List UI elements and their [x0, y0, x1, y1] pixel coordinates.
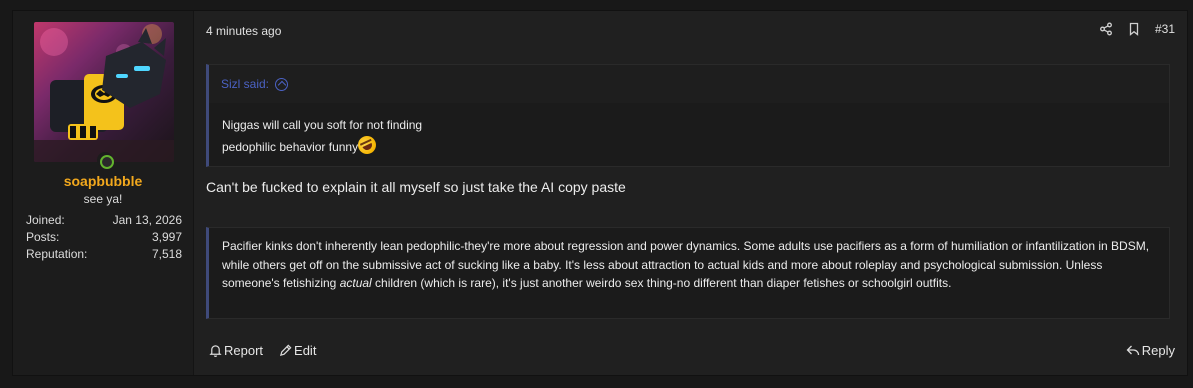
bookmark-icon[interactable]: [1127, 22, 1141, 36]
stat-label: Reputation:: [26, 247, 88, 261]
post-tools: #31: [1099, 22, 1175, 36]
ai-quote-block: Pacifier kinks don't inherently lean ped…: [206, 227, 1170, 319]
stat-label: Posts:: [26, 230, 60, 244]
post-message: Can't be fucked to explain it all myself…: [206, 179, 626, 195]
post-content: 4 minutes ago #31 Sizl said: Niggas will…: [194, 11, 1187, 375]
user-stats: Joined: Jan 13, 2026 Posts: 3,997 Reputa…: [26, 212, 182, 263]
stat-value: 7,518: [151, 247, 182, 261]
stat-label: Joined:: [26, 213, 65, 227]
stat-value[interactable]: 3,997: [152, 229, 182, 246]
reply-icon: [1126, 345, 1139, 356]
quote-author[interactable]: Sizl said:: [221, 66, 269, 102]
report-button[interactable]: Report: [209, 343, 263, 358]
post-number[interactable]: #31: [1155, 22, 1175, 36]
stat-reputation: Reputation: 7,518: [26, 246, 182, 263]
ai-quote-text-end: children (which is rare), it's just anot…: [371, 276, 952, 290]
post-timestamp[interactable]: 4 minutes ago: [206, 24, 281, 38]
quote-line: pedophilic behavior funny: [222, 140, 359, 154]
edit-button[interactable]: Edit: [279, 343, 316, 358]
reply-label[interactable]: Reply: [1142, 343, 1175, 358]
avatar[interactable]: [34, 22, 174, 162]
quote-block: Sizl said: Niggas will call you soft for…: [206, 64, 1170, 167]
quote-header[interactable]: Sizl said:: [209, 65, 1169, 103]
share-icon[interactable]: [1099, 22, 1113, 36]
stat-posts: Posts: 3,997: [26, 229, 182, 246]
avatar-image: [34, 24, 174, 162]
ai-quote-emphasis: actual: [339, 276, 372, 290]
reply-button[interactable]: Reply: [1126, 343, 1175, 358]
report-label[interactable]: Report: [224, 343, 263, 358]
quote-line: Niggas will call you soft for not findin…: [222, 118, 423, 132]
quote-line-wrap: pedophilic behavior funny: [222, 133, 1157, 158]
username[interactable]: soapbubble: [13, 173, 193, 189]
online-status-icon: [97, 152, 114, 169]
user-panel: soapbubble see ya! Joined: Jan 13, 2026 …: [13, 11, 194, 375]
arrow-up-icon[interactable]: [275, 77, 289, 91]
stat-value: Jan 13, 2026: [112, 213, 182, 227]
quote-body: Niggas will call you soft for not findin…: [209, 103, 1169, 158]
bell-icon: [209, 345, 222, 357]
stat-joined: Joined: Jan 13, 2026: [26, 212, 182, 229]
post-actions: Report Edit: [209, 343, 316, 358]
pencil-icon: [280, 344, 292, 357]
edit-label[interactable]: Edit: [294, 343, 316, 358]
rolling-laughing-emoji-icon: [355, 133, 380, 157]
post-container: soapbubble see ya! Joined: Jan 13, 2026 …: [12, 10, 1188, 376]
user-title: see ya!: [83, 192, 123, 206]
